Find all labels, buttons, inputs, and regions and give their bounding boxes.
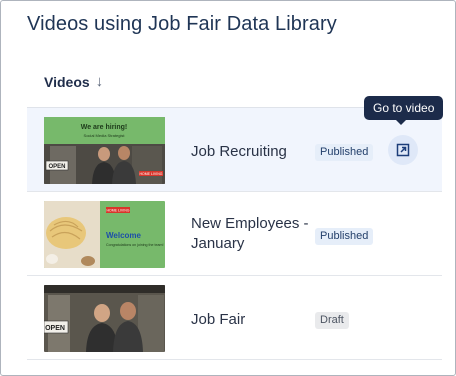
table-row[interactable]: HOME LIVING Welcome Congratulations on j… — [27, 192, 442, 276]
arrow-down-icon: ↓ — [95, 73, 104, 90]
videos-column-header[interactable]: Videos ↓ — [44, 73, 103, 90]
go-to-video-button[interactable] — [388, 135, 418, 165]
table-row[interactable]: We are hiring! Social Media Strategist O… — [27, 108, 442, 192]
column-header-label: Videos — [44, 73, 90, 90]
table-row[interactable]: OPEN Job Fair Draft — [27, 276, 442, 360]
external-link-icon — [396, 143, 410, 157]
video-thumbnail[interactable]: OPEN — [44, 285, 165, 352]
video-thumbnail[interactable]: HOME LIVING Welcome Congratulations on j… — [44, 201, 165, 268]
thumb-sign: OPEN — [45, 325, 65, 332]
video-title[interactable]: New Employees - January — [191, 214, 311, 254]
thumb-tag: HOME LIVING — [140, 172, 163, 176]
thumb-body: Congratulations on joining the team! — [106, 243, 164, 247]
thumb-sign: OPEN — [48, 164, 65, 170]
thumb-tag: HOME LIVING — [107, 209, 130, 213]
go-to-video-tooltip: Go to video — [364, 96, 444, 125]
video-thumbnail[interactable]: We are hiring! Social Media Strategist O… — [44, 117, 165, 184]
status-badge: Published — [315, 228, 374, 245]
status-badge: Draft — [315, 312, 349, 329]
video-title[interactable]: Job Recruiting — [191, 142, 287, 162]
status-badge: Published — [315, 144, 374, 161]
thumb-heading: Welcome — [106, 231, 142, 240]
video-title[interactable]: Job Fair — [191, 310, 245, 330]
thumb-banner-subtitle: Social Media Strategist — [84, 133, 126, 138]
videos-panel: Videos using Job Fair Data Library Video… — [0, 0, 456, 376]
thumb-banner-title: We are hiring! — [81, 124, 128, 131]
panel-heading: Videos using Job Fair Data Library — [27, 13, 337, 35]
